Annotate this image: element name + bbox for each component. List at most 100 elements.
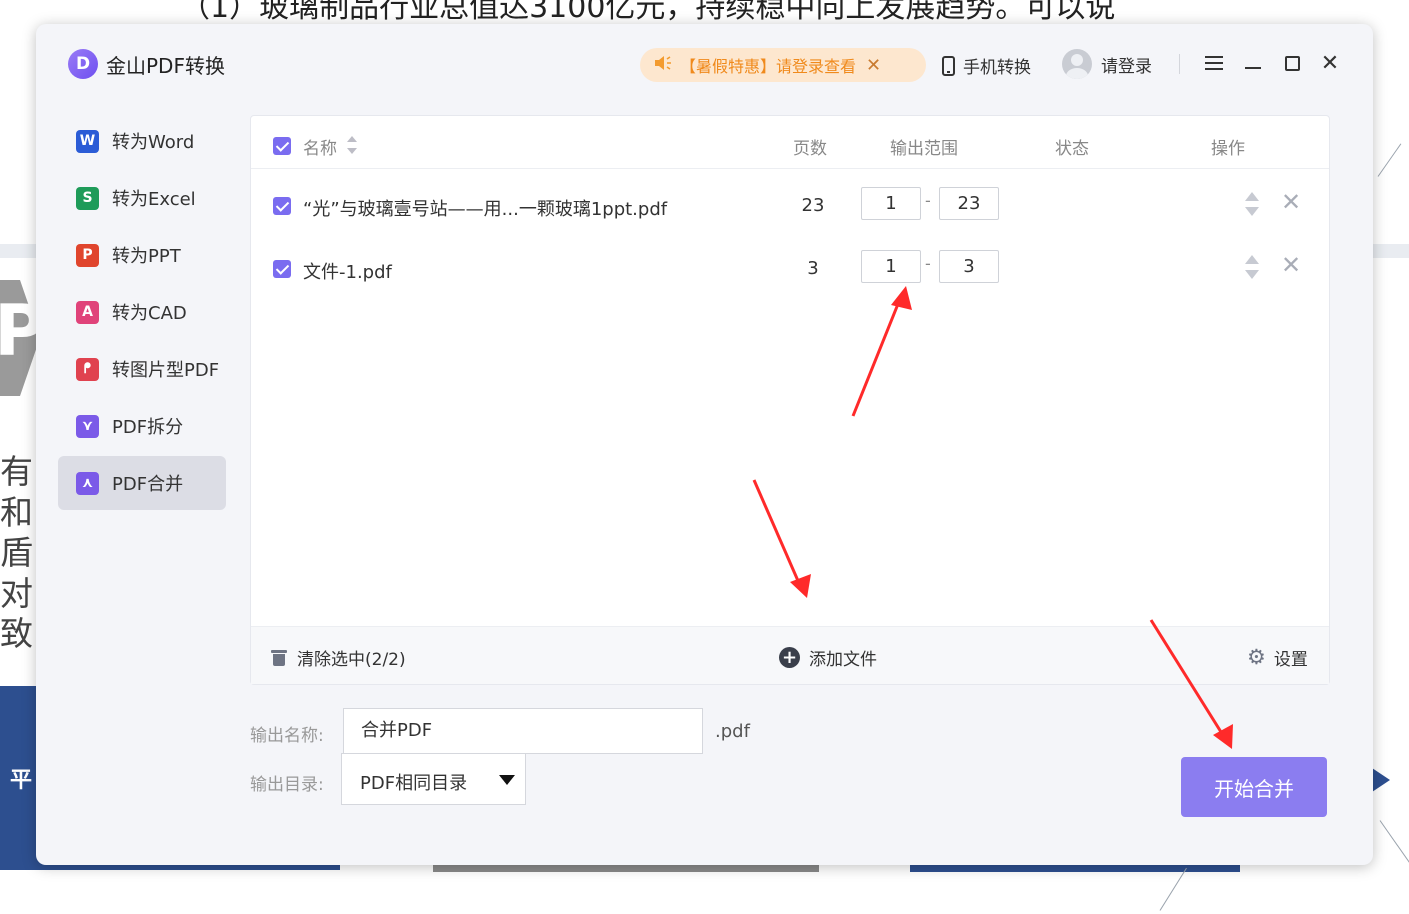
phone-icon bbox=[942, 55, 955, 76]
gear-icon: ⚙ bbox=[1247, 645, 1266, 669]
promo-banner[interactable]: 【暑假特惠】请登录查看 ✕ bbox=[640, 48, 926, 82]
menu-button[interactable] bbox=[1201, 50, 1227, 76]
mobile-convert-label: 手机转换 bbox=[963, 58, 1031, 78]
output-dir-label: 输出目录: bbox=[250, 775, 324, 795]
range-to-input[interactable]: 23 bbox=[939, 187, 999, 220]
column-header-name: 名称 bbox=[303, 139, 337, 159]
login-button[interactable]: 请登录 bbox=[1062, 49, 1152, 79]
sidebar: W 转为Word S 转为Excel P 转为PPT A 转为CAD ᖰ 转图片… bbox=[58, 114, 226, 513]
start-merge-button[interactable]: 开始合并 bbox=[1181, 757, 1327, 817]
minimize-button[interactable] bbox=[1240, 50, 1266, 76]
pdf-converter-window: D 金山PDF转换 【暑假特惠】请登录查看 ✕ 手机转换 请登录 ✕ W 转为W… bbox=[36, 24, 1373, 865]
delete-row-icon[interactable]: ✕ bbox=[1281, 188, 1301, 216]
app-title: 金山PDF转换 bbox=[106, 54, 225, 78]
background-left-text: 有 和 盾 对 致 bbox=[0, 452, 40, 655]
column-header-range: 输出范围 bbox=[890, 139, 958, 159]
menu-icon bbox=[1205, 56, 1223, 70]
login-label: 请登录 bbox=[1101, 56, 1152, 77]
range-from-input[interactable]: 1 bbox=[861, 187, 921, 220]
table-row: “光”与玻璃壹号站——用...一颗玻璃1ppt.pdf 23 1 - 23 ✕ bbox=[251, 175, 1329, 237]
split-icon: ⋎ bbox=[76, 414, 99, 438]
background-char: 盾 bbox=[0, 533, 33, 572]
background-char: 对 bbox=[0, 573, 33, 613]
row-checkbox[interactable] bbox=[273, 260, 291, 278]
title-bar: D 金山PDF转换 【暑假特惠】请登录查看 ✕ 手机转换 请登录 ✕ bbox=[36, 24, 1373, 104]
clear-selected-button[interactable]: 清除选中(2/2) bbox=[271, 645, 406, 670]
minimize-icon bbox=[1245, 67, 1261, 69]
file-list-panel: 名称 页数 输出范围 状态 操作 “光”与玻璃壹号站——用...一颗玻璃1ppt… bbox=[250, 115, 1330, 685]
settings-button[interactable]: ⚙ 设置 bbox=[1247, 645, 1308, 671]
caret-down-icon bbox=[499, 775, 515, 785]
app-logo-icon: D bbox=[68, 49, 98, 79]
column-header-status: 状态 bbox=[1055, 139, 1089, 159]
select-all-checkbox[interactable] bbox=[273, 137, 291, 155]
output-dir-select[interactable]: PDF相同目录 bbox=[341, 753, 526, 805]
add-file-button[interactable]: + 添加文件 bbox=[779, 645, 877, 670]
table-row: 文件-1.pdf 3 1 - 3 ✕ bbox=[251, 238, 1329, 300]
image-pdf-icon: ᖰ bbox=[76, 357, 99, 381]
sort-icon[interactable] bbox=[347, 134, 357, 158]
background-char: 和 bbox=[0, 492, 33, 532]
sidebar-item-label: 转为PPT bbox=[112, 246, 181, 267]
background-blue-block-text: 平 bbox=[10, 768, 33, 793]
page-count: 23 bbox=[801, 195, 825, 216]
sidebar-item-cad[interactable]: A 转为CAD bbox=[58, 285, 226, 339]
maximize-icon bbox=[1284, 55, 1300, 71]
cad-icon: A bbox=[76, 300, 99, 324]
trash-icon bbox=[271, 649, 287, 666]
maximize-button[interactable] bbox=[1279, 50, 1305, 76]
excel-icon: S bbox=[76, 186, 99, 210]
column-header-action: 操作 bbox=[1211, 139, 1245, 159]
sidebar-item-ppt[interactable]: P 转为PPT bbox=[58, 228, 226, 282]
mobile-convert-button[interactable]: 手机转换 bbox=[942, 53, 1031, 78]
sidebar-item-pdf-split[interactable]: ⋎ PDF拆分 bbox=[58, 399, 226, 453]
speaker-icon bbox=[654, 54, 678, 77]
ppt-icon: P bbox=[76, 243, 99, 267]
move-up-down-icon[interactable] bbox=[1245, 190, 1259, 220]
sidebar-item-label: 转图片型PDF bbox=[112, 360, 220, 381]
background-line bbox=[1159, 867, 1187, 911]
column-header-pages: 页数 bbox=[793, 139, 827, 159]
settings-label: 设置 bbox=[1273, 650, 1308, 670]
close-icon: ✕ bbox=[1320, 50, 1340, 76]
output-name-input[interactable]: 合并PDF bbox=[343, 708, 703, 754]
background-heading-text: （1）玻璃制品行业总值达3100亿元，持续稳中向上发展趋势。可以说 bbox=[180, 0, 1116, 25]
merge-icon: ⋏ bbox=[76, 471, 99, 495]
sidebar-item-label: 转为CAD bbox=[112, 303, 187, 324]
sidebar-item-word[interactable]: W 转为Word bbox=[58, 114, 226, 168]
background-char: 有 bbox=[0, 452, 33, 491]
range-from-input[interactable]: 1 bbox=[861, 250, 921, 283]
word-icon: W bbox=[76, 129, 99, 153]
close-window-button[interactable]: ✕ bbox=[1317, 50, 1343, 76]
panel-footer: 清除选中(2/2) + 添加文件 ⚙ 设置 bbox=[251, 626, 1329, 684]
promo-close-icon[interactable]: ✕ bbox=[866, 55, 881, 76]
background-arrow-shape bbox=[1372, 768, 1390, 792]
background-line bbox=[1379, 820, 1409, 870]
background-char: 致 bbox=[0, 614, 33, 653]
delete-row-icon[interactable]: ✕ bbox=[1281, 251, 1301, 279]
background-line bbox=[1377, 143, 1402, 177]
file-extension: .pdf bbox=[715, 721, 750, 742]
sidebar-item-excel[interactable]: S 转为Excel bbox=[58, 171, 226, 225]
promo-text: 【暑假特惠】请登录查看 bbox=[680, 57, 857, 76]
row-checkbox[interactable] bbox=[273, 197, 291, 215]
clear-selected-label: 清除选中(2/2) bbox=[297, 650, 406, 670]
range-dash: - bbox=[925, 254, 931, 273]
sidebar-item-image-pdf[interactable]: ᖰ 转图片型PDF bbox=[58, 342, 226, 396]
output-dir-value: PDF相同目录 bbox=[360, 773, 468, 794]
range-dash: - bbox=[925, 191, 931, 210]
output-name-label: 输出名称: bbox=[250, 726, 324, 746]
move-up-down-icon[interactable] bbox=[1245, 253, 1259, 283]
table-header: 名称 页数 输出范围 状态 操作 bbox=[251, 116, 1329, 169]
sidebar-item-label: 转为Excel bbox=[112, 189, 196, 210]
range-to-input[interactable]: 3 bbox=[939, 250, 999, 283]
file-name: 文件-1.pdf bbox=[303, 262, 392, 283]
sidebar-item-pdf-merge[interactable]: ⋏ PDF合并 bbox=[58, 456, 226, 510]
add-file-label: 添加文件 bbox=[809, 650, 877, 670]
plus-circle-icon: + bbox=[779, 647, 800, 668]
page-count: 3 bbox=[807, 258, 819, 279]
sidebar-item-label: PDF合并 bbox=[112, 474, 184, 495]
sidebar-item-label: 转为Word bbox=[112, 132, 195, 153]
avatar-icon bbox=[1062, 49, 1092, 79]
titlebar-divider bbox=[1179, 54, 1180, 74]
